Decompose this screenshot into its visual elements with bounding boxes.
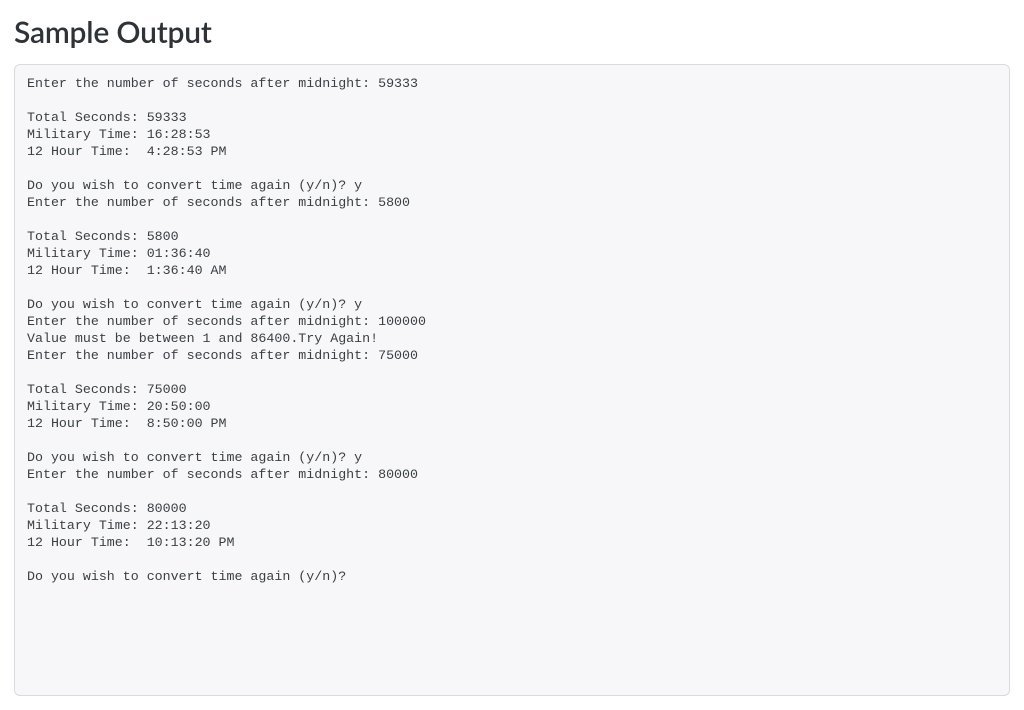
sample-output-block: Enter the number of seconds after midnig… [14,64,1010,696]
section-heading: Sample Output [14,14,1010,50]
